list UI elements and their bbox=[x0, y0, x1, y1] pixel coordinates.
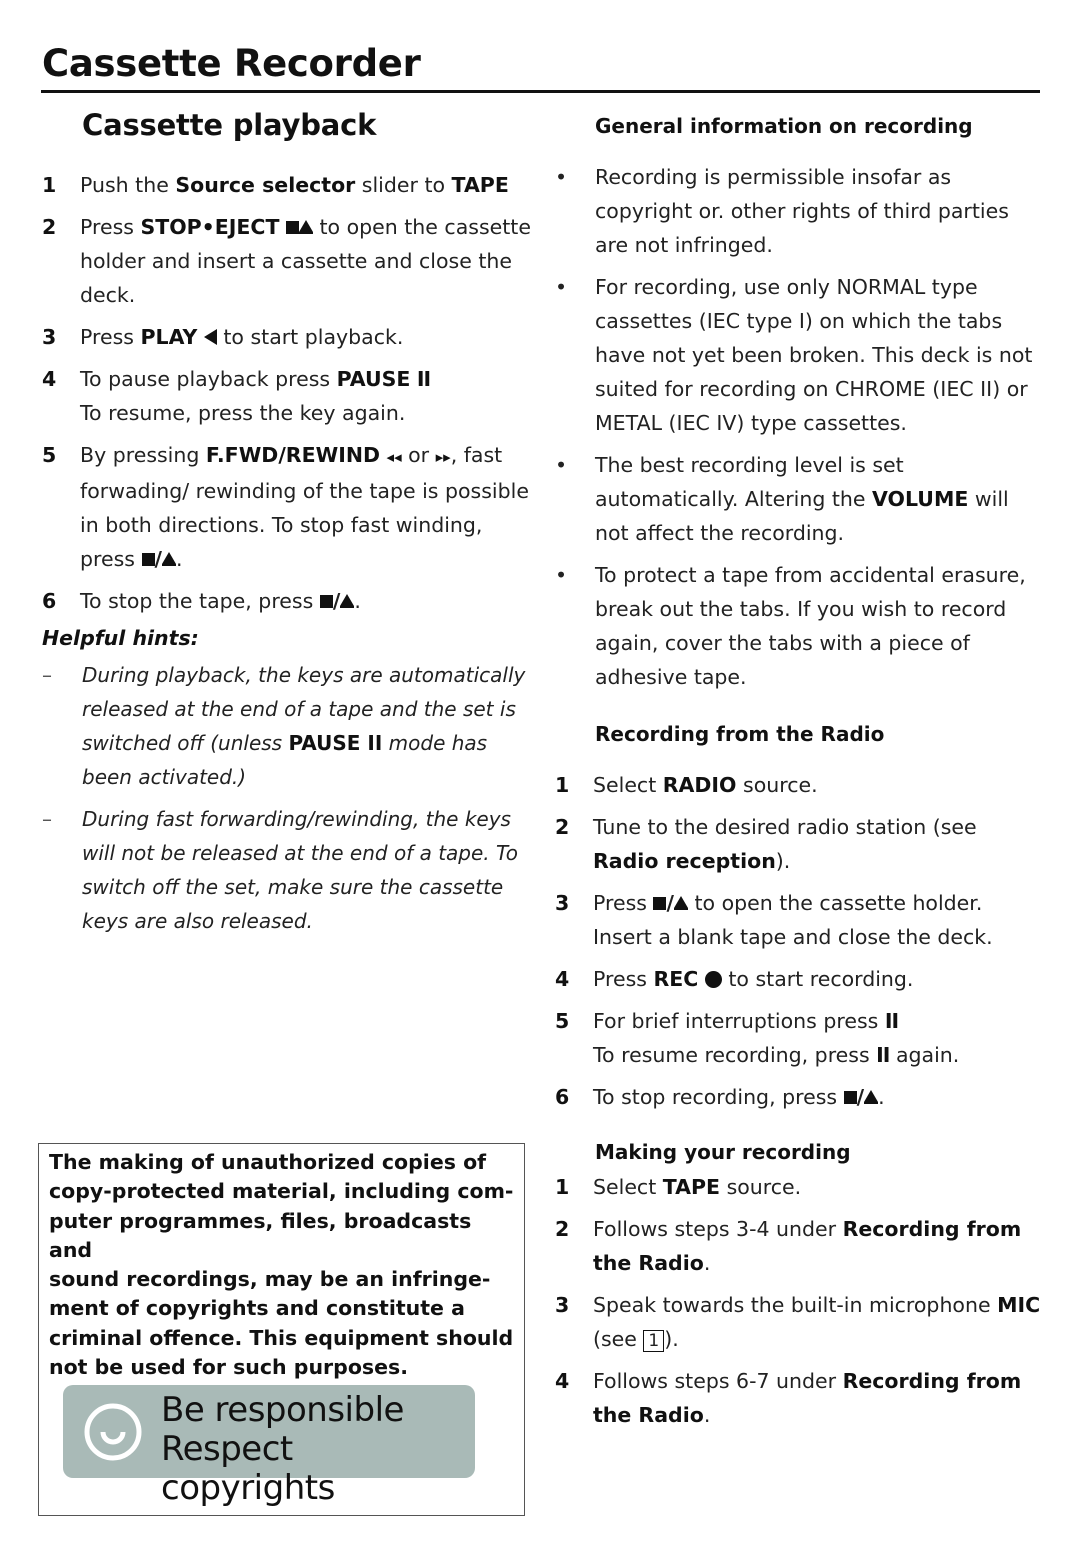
radio-step: 6 To stop recording, press /. bbox=[555, 1085, 885, 1109]
helpful-hints: – During playback, the keys are automati… bbox=[42, 658, 532, 938]
stop-eject-icon: / bbox=[141, 547, 176, 571]
figure-reference-box: 1 bbox=[643, 1330, 665, 1352]
page-title: Cassette Recorder bbox=[42, 42, 421, 85]
radio-step: 2 Tune to the desired radio station (see… bbox=[555, 815, 977, 873]
making-step: 3 Speak towards the built-in microphone … bbox=[555, 1293, 1041, 1352]
stop-eject-icon: / bbox=[843, 1085, 879, 1109]
pause-icon: II bbox=[416, 367, 431, 391]
radio-recording-steps: 1 Select RADIO source. 2 Tune to the des… bbox=[555, 768, 1045, 1114]
record-icon bbox=[704, 971, 722, 988]
fast-forward-icon: ▸▸ bbox=[435, 448, 451, 466]
rewind-icon: ◂◂ bbox=[386, 448, 402, 466]
helpful-hints-title: Helpful hints: bbox=[42, 626, 199, 650]
playback-step: 3 Press PLAY to start playback. bbox=[42, 325, 404, 349]
bullet-item: • The best recording level is set automa… bbox=[555, 453, 1009, 545]
stop-eject-icon: / bbox=[653, 891, 688, 915]
radio-step: 4 Press REC to start recording. bbox=[555, 967, 914, 991]
playback-steps: 1 Push the Source selector slider to TAP… bbox=[42, 168, 532, 618]
general-info-bullets: • Recording is permissible insofar as co… bbox=[555, 160, 1045, 694]
section-title-general-info: General information on recording bbox=[595, 114, 973, 138]
playback-step: 2 Press STOP•EJECT to open the cassette … bbox=[42, 215, 531, 307]
making-step: 4 Follows steps 6-7 under Recording from… bbox=[555, 1369, 1022, 1427]
pause-icon: II bbox=[884, 1009, 899, 1033]
playback-step: 6 To stop the tape, press /. bbox=[42, 589, 361, 613]
hint-item: – During fast forwarding/rewinding, the … bbox=[42, 807, 518, 933]
banner-text: Be responsible Respect copyrights bbox=[161, 1390, 404, 1508]
section-title-playback: Cassette playback bbox=[82, 108, 377, 142]
pause-icon: II bbox=[876, 1043, 890, 1067]
stop-eject-icon: / bbox=[319, 589, 355, 613]
left-column: Cassette playback 1 Push the Source sele… bbox=[42, 108, 532, 946]
making-step: 1 Select TAPE source. bbox=[555, 1175, 802, 1199]
stop-eject-icon bbox=[285, 215, 313, 239]
playback-step: 5 By pressing F.FWD/REWIND ◂◂ or ▸▸, fas… bbox=[42, 438, 532, 576]
bullet-item: • Recording is permissible insofar as co… bbox=[555, 165, 1009, 257]
bullet-item: • To protect a tape from accidental eras… bbox=[555, 563, 1026, 689]
playback-step: 1 Push the Source selector slider to TAP… bbox=[42, 173, 509, 197]
radio-step: 5 For brief interruptions press II To res… bbox=[555, 1004, 1045, 1072]
radio-step: 3 Press / to open the cassette holder. I… bbox=[555, 891, 993, 949]
radio-step: 1 Select RADIO source. bbox=[555, 773, 818, 797]
playback-step: 4 To pause playback press PAUSE II To res… bbox=[42, 362, 532, 430]
copyright-notice-box: The making of unauthorized copies of cop… bbox=[38, 1143, 525, 1516]
making-step: 2 Follows steps 3-4 under Recording from… bbox=[555, 1217, 1022, 1275]
respect-copyrights-banner: Be responsible Respect copyrights bbox=[63, 1385, 475, 1508]
hint-item: – During playback, the keys are automati… bbox=[42, 663, 526, 789]
respect-copyright-icon bbox=[84, 1403, 142, 1461]
bullet-item: • For recording, use only NORMAL type ca… bbox=[555, 275, 1033, 435]
copyright-notice-text: The making of unauthorized copies of cop… bbox=[49, 1150, 514, 1380]
section-title-making-recording: Making your recording bbox=[595, 1140, 851, 1164]
title-rule bbox=[41, 90, 1040, 93]
section-title-radio-recording: Recording from the Radio bbox=[595, 722, 885, 746]
play-icon bbox=[203, 329, 217, 345]
right-column: General information on recording • Recor… bbox=[555, 114, 1045, 1440]
making-recording-steps: 1 Select TAPE source. 2 Follows steps 3-… bbox=[555, 1170, 1045, 1432]
